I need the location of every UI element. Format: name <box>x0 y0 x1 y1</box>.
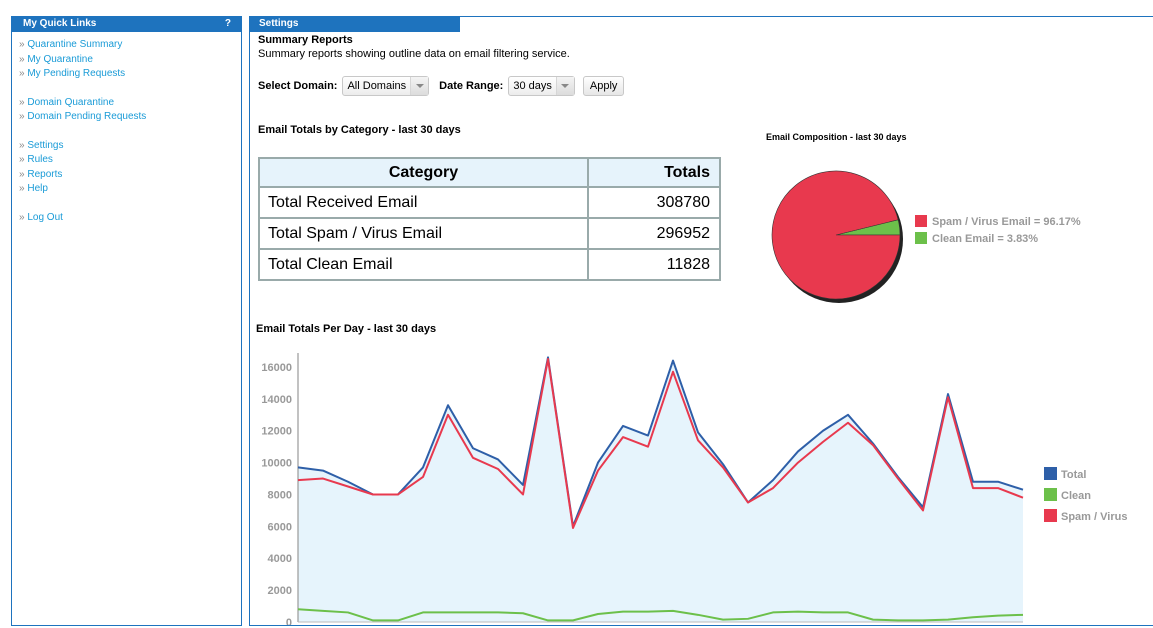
sidebar-link-label: Help <box>27 183 48 194</box>
y-tick-label: 12000 <box>261 426 292 438</box>
table-row: Total Clean Email 11828 <box>258 248 721 281</box>
chevron-down-icon <box>555 77 574 95</box>
apply-button[interactable]: Apply <box>582 76 625 96</box>
totals-table: Category Totals Total Received Email 308… <box>258 157 721 281</box>
legend-label: Total <box>1061 469 1086 481</box>
table-row: Total Received Email 308780 <box>258 186 721 219</box>
sidebar-link-my-pending-requests[interactable]: » My Pending Requests <box>19 67 241 82</box>
sidebar-link-label: Domain Pending Requests <box>27 111 147 122</box>
page-title: Summary Reports <box>258 34 353 46</box>
domain-select[interactable]: All Domains <box>342 76 430 96</box>
link-group: » Log Out <box>19 211 241 226</box>
quick-links-panel: My Quick Links ? » Quarantine Summary» M… <box>11 16 242 626</box>
legend-swatch <box>1044 488 1057 501</box>
sidebar-link-label: Settings <box>27 139 64 151</box>
link-group: » Domain Quarantine» Domain Pending Requ… <box>19 96 241 125</box>
y-tick-label: 6000 <box>268 521 292 533</box>
sidebar-link-label: Rules <box>27 154 53 165</box>
category-cell: Total Spam / Virus Email <box>258 217 589 250</box>
sidebar-link-log-out[interactable]: » Log Out <box>19 211 241 226</box>
sidebar-link-domain-quarantine[interactable]: » Domain Quarantine <box>19 96 241 111</box>
quick-links-title: My Quick Links <box>23 18 97 29</box>
total-cell: 308780 <box>587 186 721 219</box>
quick-links-list: » Quarantine Summary» My Quarantine» My … <box>12 32 241 225</box>
sidebar-link-my-quarantine[interactable]: » My Quarantine <box>19 53 241 68</box>
y-tick-label: 0 <box>286 617 292 625</box>
table-row: Total Spam / Virus Email 296952 <box>258 217 721 250</box>
date-range-value: 30 days <box>513 80 552 92</box>
quick-links-header: My Quick Links ? <box>12 17 241 32</box>
y-tick-label: 8000 <box>268 489 292 501</box>
legend-swatch <box>1044 467 1057 480</box>
y-tick-label: 10000 <box>261 458 292 470</box>
domain-select-value: All Domains <box>347 80 407 92</box>
legend-swatch <box>915 215 927 227</box>
sidebar-link-label: Reports <box>27 168 63 180</box>
legend-label: Spam / Virus Email = 96.17% <box>932 216 1081 228</box>
report-filters: Select Domain: All Domains Date Range: 3… <box>258 76 625 96</box>
totals-table-title: Email Totals by Category - last 30 days <box>258 124 461 136</box>
page-description: Summary reports showing outline data on … <box>258 48 570 60</box>
category-cell: Total Received Email <box>258 186 589 219</box>
help-icon[interactable]: ? <box>225 18 231 29</box>
line-chart: 0200040006000800010000120001400016000May… <box>261 353 1127 625</box>
sidebar-link-settings[interactable]: » Settings <box>19 139 241 154</box>
sidebar-link-reports[interactable]: » Reports <box>19 168 241 183</box>
pie-chart-title: Email Composition - last 30 days <box>766 132 907 142</box>
pie-slice <box>771 170 901 300</box>
legend-swatch <box>915 232 927 244</box>
sidebar-link-domain-pending-requests[interactable]: » Domain Pending Requests <box>19 110 241 125</box>
column-header-category: Category <box>258 157 589 188</box>
y-tick-label: 16000 <box>261 362 292 374</box>
sidebar-link-label: Quarantine Summary <box>27 39 123 50</box>
sidebar-link-label: My Pending Requests <box>27 68 126 79</box>
sidebar-link-quarantine-summary[interactable]: » Quarantine Summary <box>19 38 241 53</box>
line-chart-title: Email Totals Per Day - last 30 days <box>256 323 437 335</box>
link-group: » Settings» Rules» Reports» Help <box>19 139 241 197</box>
table-header-row: Category Totals <box>258 157 721 188</box>
chevron-down-icon <box>410 77 429 95</box>
legend-label: Clean Email = 3.83% <box>932 233 1038 245</box>
legend-swatch <box>1044 509 1057 522</box>
y-tick-label: 14000 <box>261 394 292 406</box>
total-cell: 296952 <box>587 217 721 250</box>
legend-label: Spam / Virus <box>1061 511 1127 523</box>
y-tick-label: 2000 <box>268 585 292 597</box>
sidebar-link-rules[interactable]: » Rules <box>19 153 241 168</box>
legend-label: Clean <box>1061 490 1091 502</box>
domain-label: Select Domain: <box>258 80 338 92</box>
y-tick-label: 4000 <box>268 553 292 565</box>
sidebar-link-label: My Quarantine <box>27 53 93 65</box>
tab-settings[interactable]: Settings <box>250 17 460 32</box>
main-panel: Settings Summary Reports Summary reports… <box>249 16 1153 626</box>
total-cell: 11828 <box>587 248 721 281</box>
link-group: » Quarantine Summary» My Quarantine» My … <box>19 38 241 82</box>
date-range-label: Date Range: <box>439 80 504 92</box>
column-header-totals: Totals <box>587 157 721 188</box>
sidebar-link-label: Log Out <box>27 211 63 223</box>
sidebar-link-help[interactable]: » Help <box>19 182 241 197</box>
pie-chart: Spam / Virus Email = 96.17% Clean Email =… <box>771 170 1081 303</box>
category-cell: Total Clean Email <box>258 248 589 281</box>
sidebar-link-label: Domain Quarantine <box>27 96 115 108</box>
date-range-select[interactable]: 30 days <box>508 76 575 96</box>
